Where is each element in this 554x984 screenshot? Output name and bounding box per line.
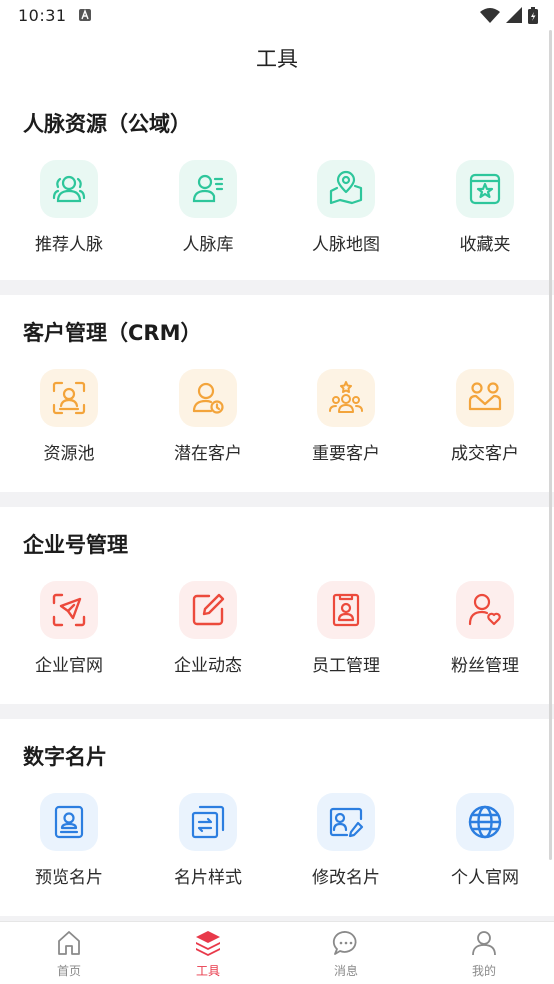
tool-contact-map[interactable]: 人脉地图 bbox=[286, 160, 406, 270]
tool-label: 员工管理 bbox=[312, 656, 380, 676]
tab-label: 工具 bbox=[195, 964, 220, 978]
tool-label: 收藏夹 bbox=[459, 235, 511, 255]
card-edit-icon bbox=[329, 807, 364, 838]
tool-card-style[interactable]: 名片样式 bbox=[148, 793, 268, 903]
tool-label: 粉丝管理 bbox=[451, 656, 519, 676]
section-crm: 客户管理（CRM） 资源池 潜在客户 重要客户 成交客户 bbox=[0, 295, 554, 492]
signal-icon bbox=[506, 7, 522, 23]
handshake-icon bbox=[468, 382, 502, 411]
tool-label: 名片样式 bbox=[174, 868, 242, 888]
tool-label: 个人官网 bbox=[451, 868, 519, 888]
nav-bar: 工具 bbox=[0, 30, 554, 86]
tool-label: 成交客户 bbox=[451, 444, 519, 464]
tab-label: 消息 bbox=[333, 964, 358, 978]
tool-employee-management[interactable]: 员工管理 bbox=[286, 581, 406, 691]
status-time: 10:31 bbox=[18, 5, 67, 25]
tool-label: 修改名片 bbox=[312, 868, 380, 888]
tool-preview-card[interactable]: 预览名片 bbox=[9, 793, 129, 903]
tool-fans-management[interactable]: 粉丝管理 bbox=[425, 581, 545, 691]
layers-icon bbox=[196, 931, 220, 956]
vip-group-icon bbox=[329, 381, 363, 413]
employee-badge-icon bbox=[332, 593, 360, 627]
edit-note-icon bbox=[192, 593, 225, 626]
wifi-icon bbox=[480, 8, 500, 23]
tool-label: 推荐人脉 bbox=[35, 235, 103, 255]
scrollbar[interactable] bbox=[549, 30, 552, 860]
tab-label: 首页 bbox=[56, 964, 81, 978]
chat-bubble-icon bbox=[332, 931, 357, 955]
user-icon bbox=[472, 931, 496, 956]
person-heart-icon bbox=[468, 593, 501, 626]
section-title: 客户管理（CRM） bbox=[23, 321, 202, 345]
battery-icon bbox=[528, 6, 538, 24]
tool-label: 企业动态 bbox=[174, 656, 242, 676]
person-clock-icon bbox=[192, 382, 224, 414]
tab-home[interactable]: 首页 bbox=[29, 922, 109, 984]
tool-resource-pool[interactable]: 资源池 bbox=[9, 369, 129, 479]
tool-label: 潜在客户 bbox=[174, 444, 242, 464]
home-icon bbox=[58, 931, 80, 955]
globe-icon bbox=[468, 805, 502, 839]
section-title: 数字名片 bbox=[23, 745, 107, 769]
send-arrow-icon bbox=[52, 593, 86, 627]
tool-closed-customers[interactable]: 成交客户 bbox=[425, 369, 545, 479]
page-title: 工具 bbox=[256, 47, 298, 71]
tool-label: 预览名片 bbox=[35, 868, 103, 888]
tool-personal-website[interactable]: 个人官网 bbox=[425, 793, 545, 903]
tool-important-customers[interactable]: 重要客户 bbox=[286, 369, 406, 479]
tab-profile[interactable]: 我的 bbox=[444, 922, 524, 984]
tool-label: 重要客户 bbox=[312, 444, 380, 464]
tool-recommend-contacts[interactable]: 推荐人脉 bbox=[9, 160, 129, 270]
tool-edit-card[interactable]: 修改名片 bbox=[286, 793, 406, 903]
section-title: 企业号管理 bbox=[23, 533, 128, 557]
tool-enterprise-website[interactable]: 企业官网 bbox=[9, 581, 129, 691]
section-contacts: 人脉资源（公域） 推荐人脉 人脉库 人脉地图 收藏夹 bbox=[0, 86, 554, 280]
tab-messages[interactable]: 消息 bbox=[306, 922, 386, 984]
tool-contact-library[interactable]: 人脉库 bbox=[148, 160, 268, 270]
status-bar: 10:31 bbox=[0, 0, 554, 30]
favorites-star-icon bbox=[469, 173, 501, 205]
tool-favorites[interactable]: 收藏夹 bbox=[425, 160, 545, 270]
section-digital-card: 数字名片 预览名片 名片样式 修改名片 个人官网 bbox=[0, 719, 554, 916]
people-recommend-icon bbox=[52, 175, 86, 203]
card-preview-icon bbox=[54, 805, 84, 839]
tab-label: 我的 bbox=[471, 964, 496, 978]
map-pin-icon bbox=[329, 170, 363, 205]
section-title: 人脉资源（公域） bbox=[23, 112, 191, 136]
card-style-icon bbox=[191, 805, 225, 839]
tool-potential-customers[interactable]: 潜在客户 bbox=[148, 369, 268, 479]
section-enterprise: 企业号管理 企业官网 企业动态 员工管理 粉丝管理 bbox=[0, 507, 554, 704]
tool-enterprise-news[interactable]: 企业动态 bbox=[148, 581, 268, 691]
tab-tools[interactable]: 工具 bbox=[168, 922, 248, 984]
contact-library-icon bbox=[192, 174, 224, 203]
scan-person-icon bbox=[52, 381, 86, 415]
tool-label: 资源池 bbox=[43, 444, 95, 464]
bottom-tab-bar: 首页 工具 消息 我的 bbox=[0, 921, 554, 984]
tool-label: 企业官网 bbox=[35, 656, 103, 676]
tool-label: 人脉地图 bbox=[312, 235, 380, 255]
notification-a-icon bbox=[78, 9, 91, 21]
tool-label: 人脉库 bbox=[182, 235, 234, 255]
